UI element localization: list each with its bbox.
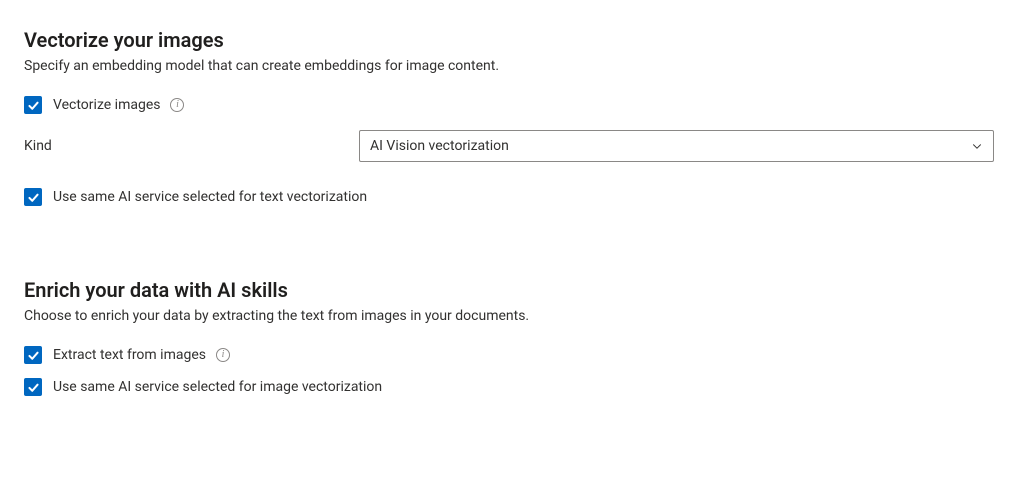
checkmark-icon [27, 99, 40, 112]
checkmark-icon [27, 381, 40, 394]
section-gap [24, 220, 1000, 278]
kind-label: Kind [24, 138, 359, 154]
extract-text-checkbox[interactable] [24, 346, 42, 364]
info-icon[interactable]: i [216, 348, 230, 362]
same-service-text-row: Use same AI service selected for text ve… [24, 188, 1000, 206]
same-service-text-label[interactable]: Use same AI service selected for text ve… [53, 189, 367, 205]
checkmark-icon [27, 191, 40, 204]
same-service-image-checkbox[interactable] [24, 378, 42, 396]
extract-text-row: Extract text from images i [24, 346, 1000, 364]
vectorize-images-checkbox[interactable] [24, 96, 42, 114]
vectorize-images-section: Vectorize your images Specify an embeddi… [24, 28, 1000, 206]
same-service-image-row: Use same AI service selected for image v… [24, 378, 1000, 396]
kind-select-value: AI Vision vectorization [370, 138, 509, 154]
extract-text-label[interactable]: Extract text from images [53, 347, 206, 363]
kind-select[interactable]: AI Vision vectorization [359, 130, 994, 162]
info-icon[interactable]: i [170, 98, 184, 112]
checkmark-icon [27, 349, 40, 362]
section-title: Enrich your data with AI skills [24, 278, 1000, 302]
same-service-text-checkbox[interactable] [24, 188, 42, 206]
section-description: Choose to enrich your data by extracting… [24, 308, 1000, 324]
same-service-image-label[interactable]: Use same AI service selected for image v… [53, 379, 382, 395]
vectorize-images-row: Vectorize images i [24, 96, 1000, 114]
kind-field-row: Kind AI Vision vectorization [24, 130, 1000, 162]
chevron-down-icon [971, 140, 983, 152]
section-description: Specify an embedding model that can crea… [24, 58, 1000, 74]
enrich-ai-skills-section: Enrich your data with AI skills Choose t… [24, 278, 1000, 396]
section-title: Vectorize your images [24, 28, 1000, 52]
vectorize-images-label[interactable]: Vectorize images [53, 97, 160, 113]
